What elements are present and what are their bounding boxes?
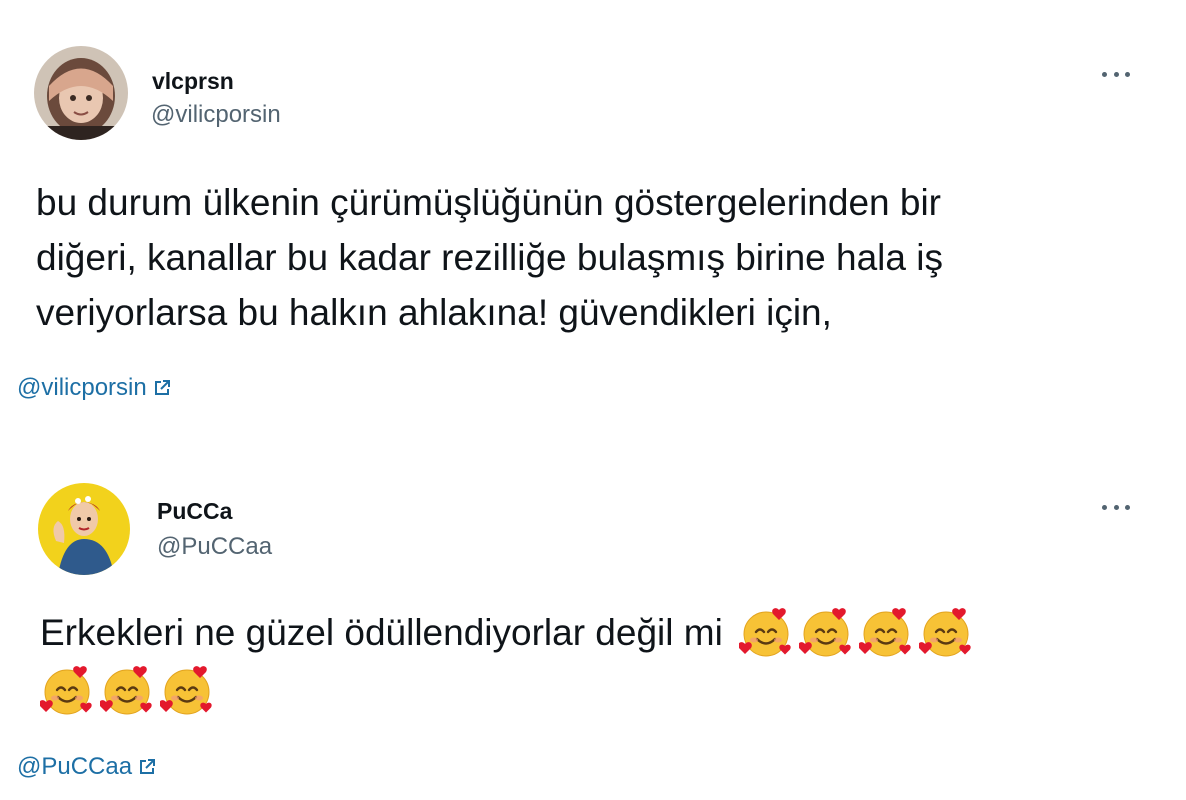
emoji-group	[40, 664, 214, 718]
source-link[interactable]: @PuCCaa	[17, 753, 156, 781]
source-link-label: @PuCCaa	[17, 753, 133, 780]
avatar[interactable]	[38, 483, 130, 575]
tweet-text-line: bu durum ülkenin çürümüşlüğünün gösterge…	[36, 182, 942, 223]
tweet-card-pucca[interactable]: PuCCa @PuCCaa Erkekleri ne güzel ödüllen…	[0, 455, 1186, 800]
dot	[1125, 71, 1130, 77]
display-name[interactable]: PuCCa	[157, 498, 232, 525]
dot	[1113, 504, 1119, 510]
smiling-face-with-hearts-icon	[160, 664, 214, 718]
dot	[1113, 71, 1119, 77]
avatar-image	[34, 46, 128, 140]
source-link[interactable]: @vilicporsin	[17, 374, 171, 402]
tweet-text: bu durum ülkenin çürümüşlüğünün gösterge…	[36, 175, 943, 340]
tweet-text: Erkekleri ne güzel ödüllendiyorlar değil…	[40, 605, 973, 718]
smiling-face-with-hearts-icon	[40, 664, 94, 718]
tweet-text-line: veriyorlarsa bu halkın ahlakına! güvendi…	[36, 292, 832, 333]
user-handle[interactable]: @vilicporsin	[151, 101, 281, 129]
emoji-group	[738, 606, 973, 660]
smiling-face-with-hearts-icon	[798, 606, 853, 660]
tweet-text-line	[40, 664, 973, 718]
more-horizontal-icon	[1102, 71, 1107, 77]
tweet-text-content: Erkekleri ne güzel ödüllendiyorlar değil…	[40, 612, 723, 653]
source-link-label: @vilicporsin	[17, 374, 147, 401]
external-link-icon	[153, 379, 171, 397]
smiling-face-with-hearts-icon	[100, 664, 154, 718]
more-options-button[interactable]	[1096, 62, 1136, 86]
tweet-card-vlcprsn[interactable]: vlcprsn @vilicporsin bu durum ülkenin çü…	[0, 0, 1186, 420]
more-options-button[interactable]	[1096, 495, 1136, 519]
dot	[1125, 504, 1130, 510]
display-name[interactable]: vlcprsn	[152, 68, 234, 95]
more-horizontal-icon	[1102, 504, 1107, 510]
smiling-face-with-hearts-icon	[738, 606, 793, 660]
external-link-icon	[138, 758, 156, 776]
tweet-text-line: Erkekleri ne güzel ödüllendiyorlar değil…	[40, 605, 973, 660]
tweet-text-line: diğeri, kanallar bu kadar rezilliğe bula…	[36, 237, 943, 278]
avatar-image	[38, 483, 130, 575]
avatar[interactable]	[34, 46, 128, 140]
smiling-face-with-hearts-icon	[918, 606, 973, 660]
smiling-face-with-hearts-icon	[858, 606, 913, 660]
user-handle[interactable]: @PuCCaa	[157, 533, 272, 561]
